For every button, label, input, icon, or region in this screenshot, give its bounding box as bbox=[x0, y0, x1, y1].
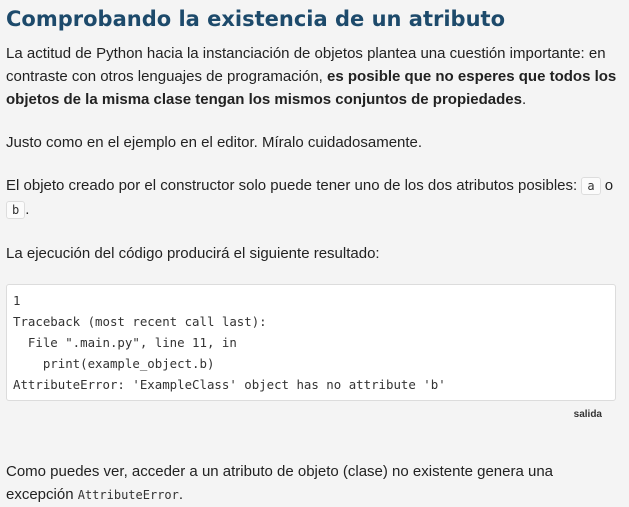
code-a: a bbox=[581, 177, 601, 195]
result-intro-paragraph: La ejecución del código producirá el sig… bbox=[6, 245, 380, 262]
output-box: 1 Traceback (most recent call last): Fil… bbox=[6, 284, 616, 401]
article: Comprobando la existencia de un atributo… bbox=[6, 4, 624, 507]
output-line: Traceback (most recent call last): bbox=[13, 314, 267, 329]
constructor-mid: o bbox=[600, 177, 614, 194]
constructor-end: . bbox=[25, 201, 30, 218]
output-line: File ".main.py", line 11, in bbox=[13, 335, 237, 350]
output-line: 1 bbox=[13, 293, 21, 308]
page-title: Comprobando la existencia de un atributo bbox=[6, 7, 505, 31]
intro-end: . bbox=[521, 91, 527, 108]
code-attributeerror: AttributeError bbox=[77, 488, 179, 502]
output-code: 1 Traceback (most recent call last): Fil… bbox=[13, 290, 609, 395]
output-line: print(example_object.b) bbox=[13, 356, 215, 371]
output-caption: salida bbox=[573, 409, 602, 420]
constructor-text: El objeto creado por el constructor solo… bbox=[6, 177, 582, 194]
conclusion-paragraph: Como puedes ver, acceder a un atributo d… bbox=[6, 460, 624, 507]
constructor-paragraph: El objeto creado por el constructor solo… bbox=[6, 174, 624, 222]
example-paragraph: Justo como en el ejemplo en el editor. M… bbox=[6, 134, 423, 151]
conclusion-end: . bbox=[178, 486, 184, 503]
output-line: AttributeError: 'ExampleClass' object ha… bbox=[13, 377, 446, 392]
code-b: b bbox=[6, 201, 26, 219]
intro-paragraph: La actitud de Python hacia la instanciac… bbox=[6, 42, 624, 111]
